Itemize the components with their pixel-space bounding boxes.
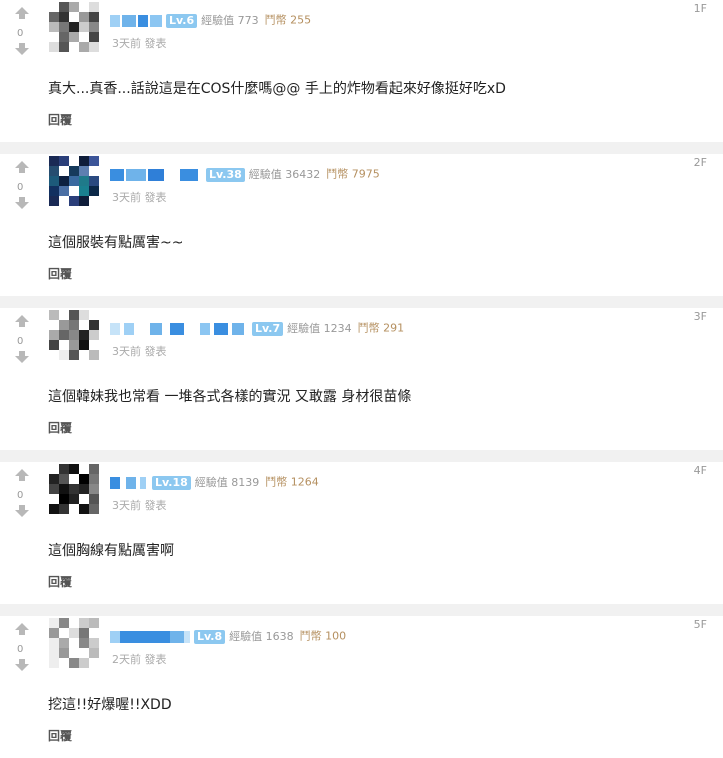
- user-meta: Lv.8 經驗值 1638 鬥幣 100: [110, 628, 346, 645]
- vote-count: 0: [17, 28, 24, 39]
- exp-value: 經驗值 1234: [287, 321, 352, 335]
- user-meta: Lv.18 經驗值 8139 鬥幣 1264: [110, 474, 319, 491]
- user-meta: Lv.7 經驗值 1234 鬥幣 291: [110, 320, 404, 337]
- arrow-up-icon[interactable]: [14, 160, 30, 174]
- reply-button[interactable]: 回覆: [48, 419, 72, 436]
- avatar[interactable]: [49, 156, 99, 206]
- username-redacted[interactable]: [110, 14, 162, 27]
- comment-divider: [0, 296, 723, 308]
- post-time: 2天前 發表: [112, 653, 167, 666]
- coin-value: 鬥幣 291: [357, 321, 405, 335]
- exp-value: 經驗值 773: [201, 13, 259, 27]
- avatar[interactable]: [49, 618, 99, 668]
- reply-button[interactable]: 回覆: [48, 111, 72, 128]
- floor-number: 1F: [693, 2, 707, 15]
- comment-text: 這個胸線有點厲害啊: [48, 543, 174, 559]
- arrow-down-icon[interactable]: [14, 504, 30, 518]
- comment-text: 真大...真香...話說這是在COS什麼嗎@@ 手上的炸物看起來好像挺好吃xD: [48, 81, 506, 97]
- floor-number: 5F: [693, 618, 707, 631]
- username-redacted[interactable]: [110, 630, 190, 643]
- level-badge: Lv.18: [152, 475, 191, 490]
- floor-number: 4F: [693, 464, 707, 477]
- comment-divider: [0, 142, 723, 154]
- coin-value: 鬥幣 100: [299, 629, 347, 643]
- coin-value: 鬥幣 255: [264, 13, 312, 27]
- comment-item: 0 Lv.38 經驗值 36432 鬥幣 7975 3天前 發表 2F 這個服裝有點厲害~~…: [0, 154, 723, 296]
- comment-divider: [0, 604, 723, 616]
- arrow-down-icon[interactable]: [14, 196, 30, 210]
- level-badge: Lv.38: [206, 167, 245, 182]
- post-time: 3天前 發表: [112, 37, 167, 50]
- comment-item: 0 Lv.7 經驗值 1234 鬥幣 291 3天前 發表 3F 這個韓妹我也常看 一堆各式…: [0, 308, 723, 450]
- post-time: 3天前 發表: [112, 345, 167, 358]
- vote-count: 0: [17, 644, 24, 655]
- level-badge: Lv.8: [194, 629, 226, 644]
- arrow-up-icon[interactable]: [14, 314, 30, 328]
- level-badge: Lv.6: [166, 13, 198, 28]
- comment-item: 0 Lv.8 經驗值 1638 鬥幣 100 2天前 發表 5F 挖這!!好爆喔!!XDD 回…: [0, 616, 723, 758]
- reply-button[interactable]: 回覆: [48, 265, 72, 282]
- avatar[interactable]: [49, 464, 99, 514]
- post-time: 3天前 發表: [112, 499, 167, 512]
- exp-value: 經驗值 8139: [194, 475, 260, 489]
- arrow-up-icon[interactable]: [14, 622, 30, 636]
- comment-text: 挖這!!好爆喔!!XDD: [48, 697, 172, 713]
- floor-number: 3F: [693, 310, 707, 323]
- comment-divider: [0, 450, 723, 462]
- arrow-up-icon[interactable]: [14, 468, 30, 482]
- username-redacted[interactable]: [110, 168, 202, 181]
- post-time: 3天前 發表: [112, 191, 167, 204]
- coin-value: 鬥幣 1264: [265, 475, 319, 489]
- arrow-down-icon[interactable]: [14, 42, 30, 56]
- arrow-down-icon[interactable]: [14, 350, 30, 364]
- username-redacted[interactable]: [110, 476, 148, 489]
- floor-number: 2F: [693, 156, 707, 169]
- coin-value: 鬥幣 7975: [326, 167, 380, 181]
- exp-value: 經驗值 1638: [229, 629, 294, 643]
- vote-count: 0: [17, 336, 24, 347]
- comment-text: 這個韓妹我也常看 一堆各式各樣的實況 又敢露 身材很苗條: [48, 389, 412, 405]
- avatar[interactable]: [49, 2, 99, 52]
- comment-item: 0 Lv.18 經驗值 8139 鬥幣 1264 3天前 發表 4F 這個胸線有點厲害啊 回覆: [0, 462, 723, 604]
- vote-count: 0: [17, 490, 24, 501]
- reply-button[interactable]: 回覆: [48, 573, 72, 590]
- arrow-down-icon[interactable]: [14, 658, 30, 672]
- comment-item: 0 Lv.6 經驗值 773 鬥幣 255 3天前 發表 1F 真大...真香...話說這是…: [0, 0, 723, 142]
- user-meta: Lv.38 經驗值 36432 鬥幣 7975: [110, 166, 380, 183]
- username-redacted[interactable]: [110, 322, 248, 335]
- vote-count: 0: [17, 182, 24, 193]
- avatar[interactable]: [49, 310, 99, 360]
- level-badge: Lv.7: [252, 321, 284, 336]
- comment-text: 這個服裝有點厲害~~: [48, 235, 184, 251]
- exp-value: 經驗值 36432: [248, 167, 321, 181]
- arrow-up-icon[interactable]: [14, 6, 30, 20]
- user-meta: Lv.6 經驗值 773 鬥幣 255: [110, 12, 311, 29]
